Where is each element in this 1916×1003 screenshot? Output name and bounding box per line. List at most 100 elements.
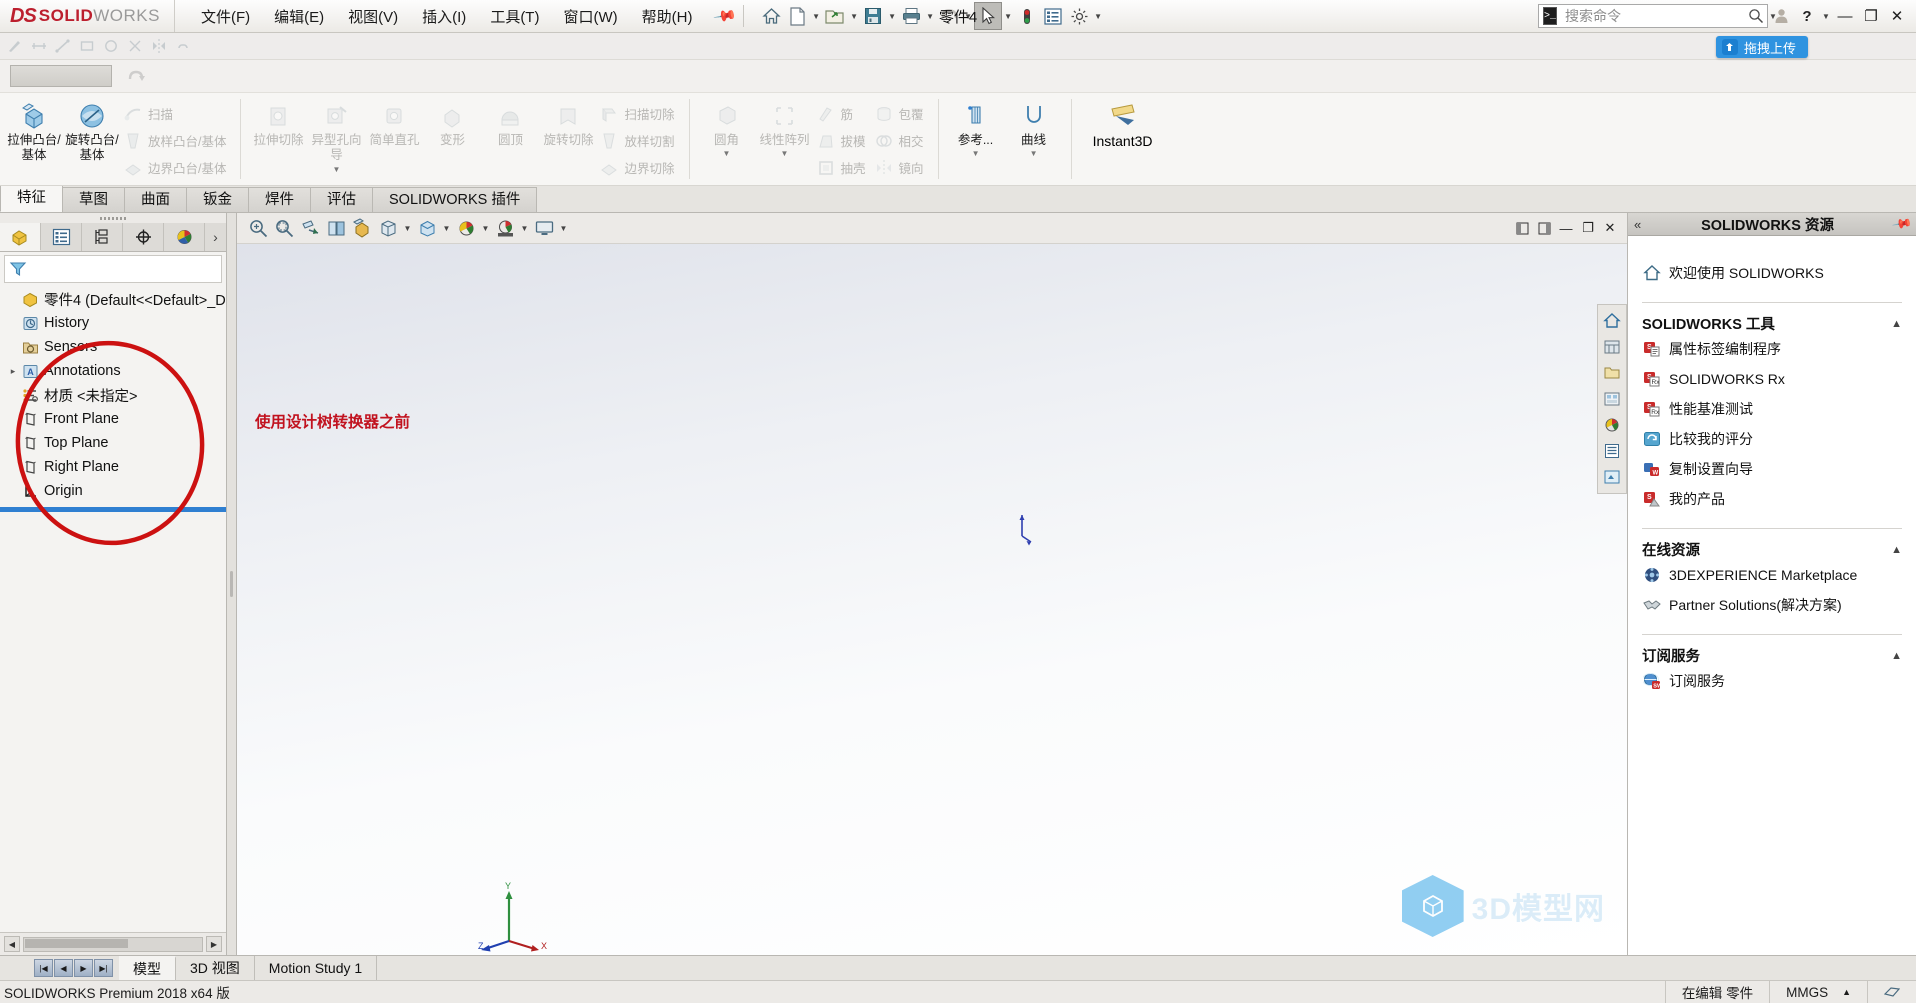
ribbon-tab-features[interactable]: 特征: [0, 184, 63, 212]
tree-expand-annotations[interactable]: ▸: [6, 366, 20, 377]
undo-dropdown-caret[interactable]: ▼: [962, 3, 974, 29]
tab-nav-prev[interactable]: ◀: [54, 959, 73, 977]
rib-button[interactable]: 筋: [814, 100, 872, 127]
select-dropdown-caret[interactable]: ▼: [1002, 3, 1014, 29]
previous-view-icon[interactable]: [297, 215, 323, 241]
view-palette-icon[interactable]: [1600, 386, 1624, 412]
circle-icon[interactable]: [100, 35, 122, 57]
tree-item-origin[interactable]: Origin: [0, 479, 226, 503]
ribbon-tab-addins[interactable]: SOLIDWORKS 插件: [372, 187, 538, 212]
simple-hole-button[interactable]: 简单直孔: [365, 97, 423, 148]
chevron-up-icon[interactable]: ▲: [1891, 544, 1902, 556]
units-caret-icon[interactable]: ▲: [1842, 987, 1851, 997]
settings-gear-icon[interactable]: [1066, 3, 1092, 29]
scroll-left-button[interactable]: ◀: [4, 936, 20, 952]
search-input[interactable]: [1563, 7, 1749, 25]
tree-item-front-plane[interactable]: Front Plane: [0, 407, 226, 431]
hide-show-items-icon[interactable]: [414, 215, 440, 241]
3dexperience-rail-icon[interactable]: [1600, 464, 1624, 490]
linear-pattern-button[interactable]: 线性阵列 ▼: [756, 97, 814, 158]
section-solidworks-tools-header[interactable]: SOLIDWORKS 工具 ▲: [1642, 302, 1902, 334]
tab-nav-last[interactable]: ▶|: [94, 959, 113, 977]
tab-nav-first[interactable]: |◀: [34, 959, 53, 977]
menu-view[interactable]: 视图(V): [336, 1, 410, 32]
view-orientation-icon[interactable]: [349, 215, 375, 241]
hide-show-dropdown-caret[interactable]: ▼: [440, 215, 453, 241]
property-manager-tab[interactable]: [41, 223, 82, 251]
welcome-link[interactable]: 欢迎使用 SOLIDWORKS: [1642, 258, 1902, 288]
link-copy-settings[interactable]: W 复制设置向导: [1642, 454, 1902, 484]
print-dropdown-caret[interactable]: ▼: [924, 3, 936, 29]
link-my-products[interactable]: S 我的产品: [1642, 484, 1902, 514]
linear-pattern-dropdown-caret[interactable]: ▼: [781, 149, 789, 158]
swept-cut-button[interactable]: 扫描切除: [597, 100, 680, 127]
view-settings-icon[interactable]: [531, 215, 557, 241]
fillet-button[interactable]: 圆角 ▼: [698, 97, 756, 158]
curves-button[interactable]: 曲线 ▼: [1005, 97, 1063, 158]
tree-item-history[interactable]: History: [0, 311, 226, 335]
configuration-manager-tab[interactable]: [82, 223, 123, 251]
link-property-tab-builder[interactable]: S 属性标签编制程序: [1642, 334, 1902, 364]
doc-tab-motion-study[interactable]: Motion Study 1: [255, 956, 378, 980]
ribbon-tab-evaluate[interactable]: 评估: [310, 187, 373, 212]
minimize-button[interactable]: —: [1832, 3, 1858, 29]
graphics-minimize-button[interactable]: —: [1555, 217, 1577, 239]
lofted-cut-button[interactable]: 放样切割: [597, 127, 680, 154]
chevron-up-icon[interactable]: ▲: [1891, 650, 1902, 662]
open-folder-icon[interactable]: [822, 3, 848, 29]
boundary-cut-button[interactable]: 边界切除: [597, 154, 680, 181]
hole-wizard-dropdown-caret[interactable]: ▼: [333, 165, 341, 174]
graphics-maximize-button[interactable]: ❐: [1577, 217, 1599, 239]
revolved-boss-base-button[interactable]: 旋转凸台/基体: [63, 97, 121, 164]
open-dropdown-caret[interactable]: ▼: [848, 3, 860, 29]
edit-appearance-icon[interactable]: [453, 215, 479, 241]
relations-icon[interactable]: [172, 35, 194, 57]
new-document-icon[interactable]: [784, 3, 810, 29]
menu-file[interactable]: 文件(F): [189, 1, 262, 32]
panel-splitter[interactable]: [227, 213, 237, 955]
scroll-right-button[interactable]: ▶: [206, 936, 222, 952]
display-manager-tab[interactable]: [164, 223, 205, 251]
apply-scene-icon[interactable]: [492, 215, 518, 241]
ribbon-tab-surfaces[interactable]: 曲面: [124, 187, 187, 212]
view-settings-dropdown-caret[interactable]: ▼: [557, 215, 570, 241]
boundary-boss-button[interactable]: 边界凸台/基体: [121, 154, 232, 181]
zoom-to-area-icon[interactable]: [271, 215, 297, 241]
appearance-dropdown-caret[interactable]: ▼: [479, 215, 492, 241]
custom-properties-icon[interactable]: [1600, 438, 1624, 464]
tab-nav-next[interactable]: ▶: [74, 959, 93, 977]
link-benchmark[interactable]: S Rx 性能基准测试: [1642, 394, 1902, 424]
revolved-cut-button[interactable]: 旋转切除: [539, 97, 597, 148]
reference-geometry-dropdown-caret[interactable]: ▼: [972, 149, 980, 158]
user-account-icon[interactable]: [1768, 3, 1794, 29]
extruded-boss-base-button[interactable]: 拉伸凸台/基体: [5, 97, 63, 164]
help-icon[interactable]: ?: [1794, 3, 1820, 29]
home-rail-icon[interactable]: [1600, 308, 1624, 334]
hole-wizard-button[interactable]: 异型孔向导 ▼: [307, 97, 365, 174]
chevron-double-left-icon[interactable]: «: [1634, 217, 1641, 232]
search-magnifier-icon[interactable]: [1748, 8, 1764, 24]
restore-button[interactable]: ❐: [1858, 3, 1884, 29]
ribbon-tab-sheetmetal[interactable]: 钣金: [186, 187, 249, 212]
extruded-cut-button[interactable]: 拉伸切除: [249, 97, 307, 148]
feature-tree-tab[interactable]: [0, 223, 41, 251]
tree-item-material[interactable]: 材质 <未指定>: [0, 383, 226, 407]
undo-icon[interactable]: [936, 3, 962, 29]
link-compare-score[interactable]: 比较我的评分: [1642, 424, 1902, 454]
fillet-dropdown-caret[interactable]: ▼: [723, 149, 731, 158]
instant3d-button[interactable]: Instant3D: [1075, 93, 1171, 185]
deform-button[interactable]: 变形: [423, 97, 481, 148]
wrap-button[interactable]: 包覆: [872, 100, 930, 127]
pin-icon[interactable]: 📌: [1891, 213, 1913, 235]
drag-upload-button[interactable]: 拖拽上传: [1715, 36, 1808, 58]
feature-tree-hscrollbar[interactable]: [23, 936, 203, 952]
status-units[interactable]: MMGS ▲: [1769, 981, 1867, 1003]
tree-item-part[interactable]: 零件4 (Default<<Default>_D: [0, 287, 226, 311]
draft-button[interactable]: 拔模: [814, 127, 872, 154]
new-document-dropdown-caret[interactable]: ▼: [810, 3, 822, 29]
shell-button[interactable]: 抽壳: [814, 154, 872, 181]
graphics-close-button[interactable]: ✕: [1599, 217, 1621, 239]
smart-dimension-icon[interactable]: [28, 35, 50, 57]
home-icon[interactable]: [758, 3, 784, 29]
save-icon[interactable]: [860, 3, 886, 29]
